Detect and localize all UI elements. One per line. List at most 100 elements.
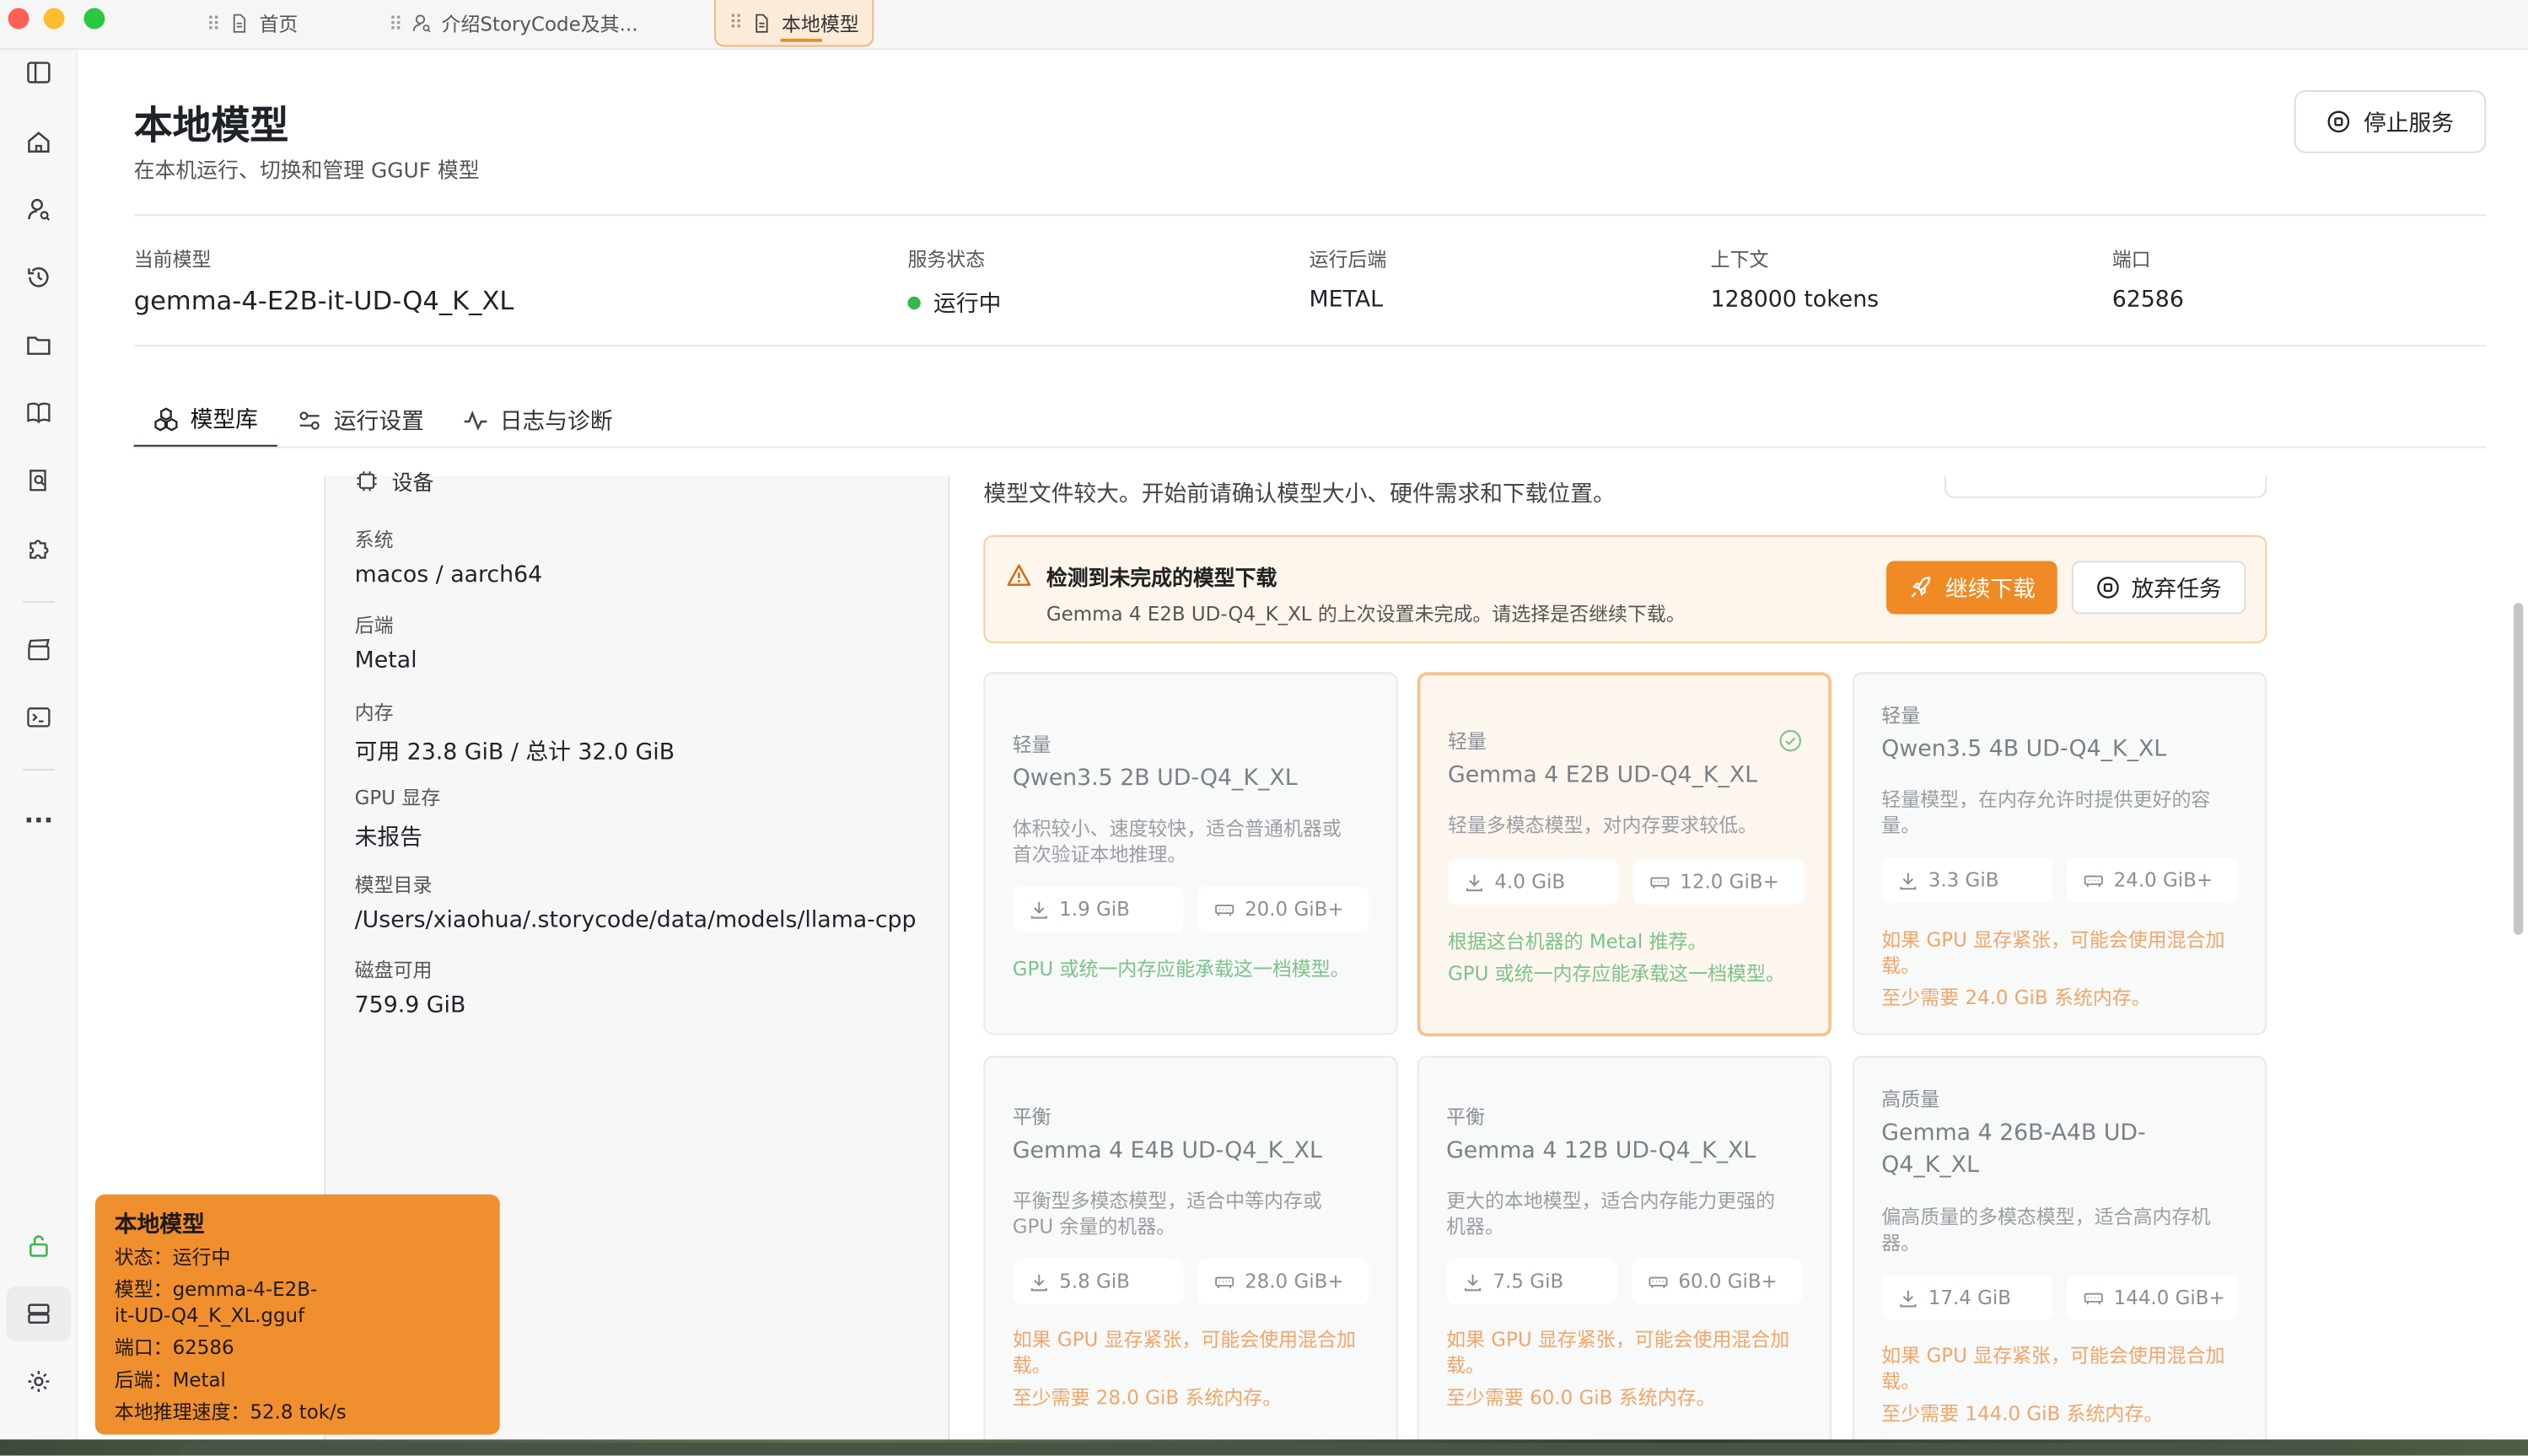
model-name: Qwen3.5 4B UD-Q4_K_XL bbox=[1881, 736, 2167, 763]
unlock-icon[interactable] bbox=[23, 1230, 55, 1262]
drag-handle-icon[interactable]: ⠿ bbox=[207, 12, 221, 35]
model-notes: 如果 GPU 显存紧张，可能会使用混合加 载。 至少需要 144.0 GiB 系… bbox=[1881, 1343, 2224, 1426]
model-card-gemma4-e2b[interactable]: 轻量 Gemma 4 E2B UD-Q4_K_XL 轻量多模态模型，对内存要求较… bbox=[1417, 672, 1832, 1037]
download-size: 1.9 GiB bbox=[1059, 897, 1130, 921]
clapperboard-icon[interactable] bbox=[23, 633, 55, 665]
sidebar-divider bbox=[22, 601, 56, 604]
download-size: 3.3 GiB bbox=[1928, 868, 1999, 892]
note-line: 至少需要 28.0 GiB 系统内存。 bbox=[1012, 1386, 1283, 1410]
tabs-divider bbox=[133, 446, 2487, 449]
description-line: 体积较小、速度较快，适合普通机器或 bbox=[1012, 817, 1342, 841]
note-line: 如果 GPU 显存紧张，可能会使用混合加 bbox=[1012, 1328, 1356, 1351]
download-size-chip: 17.4 GiB bbox=[1881, 1275, 2052, 1320]
dock-edge bbox=[177, 1443, 2354, 1456]
device-heading: 设备 bbox=[355, 466, 434, 497]
resume-download-button[interactable]: 继续下载 bbox=[1886, 561, 2057, 615]
rocket-icon bbox=[1910, 577, 1930, 598]
gear-icon[interactable] bbox=[23, 1365, 55, 1397]
model-card-gemma4-12b[interactable]: 平衡 Gemma 4 12B UD-Q4_K_XL 更大的本地模型，适合内存能力… bbox=[1417, 1056, 1832, 1456]
model-tier: 轻量 bbox=[1447, 730, 1487, 753]
puzzle-icon[interactable] bbox=[23, 532, 55, 564]
tab-local-models[interactable]: ⠿ 本地模型 bbox=[714, 0, 874, 47]
memory-req-chip: 60.0 GiB+ bbox=[1631, 1259, 1803, 1304]
memory-req-chip: 20.0 GiB+ bbox=[1197, 886, 1369, 932]
backend-value: METAL bbox=[1309, 287, 1384, 313]
memory-icon bbox=[1650, 876, 1670, 888]
model-tier: 平衡 bbox=[1446, 1105, 1485, 1129]
device-key: 内存 bbox=[354, 701, 394, 724]
tab-run-settings[interactable]: 运行设置 bbox=[277, 392, 444, 449]
tab-home[interactable]: ⠿ 首页 bbox=[207, 0, 299, 46]
stop-service-button[interactable]: 停止服务 bbox=[2294, 90, 2487, 153]
memory-icon bbox=[1215, 903, 1234, 916]
model-description: 体积较小、速度较快，适合普通机器或 首次验证本地推理。 bbox=[1013, 815, 1342, 867]
tooltip-line: 状态：运行中 bbox=[114, 1245, 231, 1269]
tab-intro[interactable]: ⠿ 介绍StoryCode及其... bbox=[389, 0, 638, 46]
current-model-value: gemma-4-E2B-it-UD-Q4_K_XL bbox=[133, 285, 514, 316]
tab-label: 运行设置 bbox=[333, 408, 424, 435]
model-card-qwen35-2b[interactable]: 轻量 Qwen3.5 2B UD-Q4_K_XL 体积较小、速度较快，适合普通机… bbox=[983, 672, 1398, 1035]
description-line: 首次验证本地推理。 bbox=[1012, 842, 1187, 866]
page-subtitle: 在本机运行、切换和管理 GGUF 模型 bbox=[133, 159, 480, 184]
port-value: 62586 bbox=[2111, 287, 2184, 313]
history-icon[interactable] bbox=[23, 261, 55, 293]
tooltip-line: it-UD-Q4_K_XL.gguf bbox=[114, 1303, 305, 1327]
model-card-gemma4-e4b[interactable]: 平衡 Gemma 4 E4B UD-Q4_K_XL 平衡型多模态模型，适合中等内… bbox=[983, 1056, 1398, 1456]
model-card-qwen35-4b[interactable]: 轻量 Qwen3.5 4B UD-Q4_K_XL 轻量模型，在内存允许时提供更好… bbox=[1852, 672, 2267, 1035]
drag-handle-icon[interactable]: ⠿ bbox=[389, 12, 403, 35]
abandon-task-button[interactable]: 放弃任务 bbox=[2071, 561, 2246, 615]
model-card-gemma4-26b[interactable]: 高质量 Gemma 4 26B-A4B UD- Q4_K_XL 偏高质量的多模态… bbox=[1852, 1056, 2267, 1456]
tab-logs-diagnostics[interactable]: 日志与诊断 bbox=[444, 392, 632, 449]
terminal-icon[interactable] bbox=[23, 701, 55, 733]
home-icon[interactable] bbox=[23, 126, 55, 158]
stat-port: 端口 62586 bbox=[2111, 245, 2184, 313]
stop-circle-icon bbox=[2097, 577, 2119, 599]
device-heading-text: 设备 bbox=[391, 472, 434, 497]
sidebar-toggle-icon[interactable] bbox=[23, 56, 55, 89]
activity-icon bbox=[464, 410, 487, 430]
stat-label: 运行后端 bbox=[1309, 248, 1387, 271]
download-icon bbox=[1465, 1273, 1482, 1291]
stat-current-model: 当前模型 gemma-4-E2B-it-UD-Q4_K_XL bbox=[133, 245, 514, 316]
note-line: 载。 bbox=[1012, 1354, 1052, 1377]
zoom-window-button[interactable] bbox=[83, 8, 105, 30]
memory-requirement: 60.0 GiB+ bbox=[1678, 1270, 1778, 1293]
book-search-icon[interactable] bbox=[23, 465, 55, 497]
note-line: 载。 bbox=[1446, 1354, 1485, 1377]
tab-model-library[interactable]: 模型库 bbox=[133, 392, 277, 449]
download-icon bbox=[1900, 872, 1917, 889]
device-row-disk: 磁盘可用 759.9 GiB bbox=[355, 956, 466, 1019]
device-row-system: 系统 macos / aarch64 bbox=[355, 525, 543, 588]
minimize-window-button[interactable] bbox=[43, 8, 65, 30]
memory-req-chip: 144.0 GiB+ bbox=[2067, 1275, 2238, 1320]
device-row-model-dir: 模型目录 /Users/xiaohua/.storycode/data/mode… bbox=[355, 870, 917, 933]
desktop-background bbox=[0, 1439, 2528, 1456]
note-line: GPU 或统一内存应能承载这一档模型。 bbox=[1012, 957, 1350, 981]
book-icon[interactable] bbox=[23, 396, 55, 428]
clipped-control[interactable] bbox=[1944, 475, 2267, 498]
user-search-icon[interactable] bbox=[23, 193, 55, 225]
device-row-backend: 后端 Metal bbox=[355, 611, 417, 674]
note-line: 如果 GPU 显存紧张，可能会使用混合加 bbox=[1881, 1344, 2225, 1367]
download-icon bbox=[1030, 1273, 1047, 1291]
stat-label: 上下文 bbox=[1710, 248, 1769, 271]
tab-label: 日志与诊断 bbox=[499, 408, 613, 435]
drag-handle-icon[interactable]: ⠿ bbox=[729, 11, 743, 34]
description-line: 轻量多模态模型，对内存要求较低。 bbox=[1447, 814, 1758, 837]
server-icon[interactable] bbox=[23, 1298, 55, 1330]
more-icon[interactable]: ··· bbox=[23, 803, 55, 835]
note-line: 载。 bbox=[1881, 954, 1921, 977]
sidebar: ··· bbox=[0, 50, 78, 1456]
model-name: Gemma 4 26B-A4B UD- Q4_K_XL bbox=[1881, 1120, 2146, 1179]
model-name: Gemma 4 E4B UD-Q4_K_XL bbox=[1012, 1137, 1322, 1164]
tooltip-line: 后端：Metal bbox=[114, 1368, 226, 1392]
description-line: 机器。 bbox=[1446, 1215, 1504, 1238]
model-description: 更大的本地模型，适合内存能力更强的 机器。 bbox=[1446, 1188, 1775, 1239]
folder-icon[interactable] bbox=[23, 329, 55, 361]
device-key: 后端 bbox=[354, 614, 394, 637]
library-intro: 模型文件较大。开始前请确认模型大小、硬件需求和下载位置。 bbox=[983, 481, 1616, 508]
close-window-button[interactable] bbox=[8, 8, 30, 30]
scrollbar[interactable] bbox=[2513, 603, 2524, 935]
model-tier: 高质量 bbox=[1881, 1088, 1940, 1111]
stat-backend: 运行后端 METAL bbox=[1309, 245, 1387, 313]
